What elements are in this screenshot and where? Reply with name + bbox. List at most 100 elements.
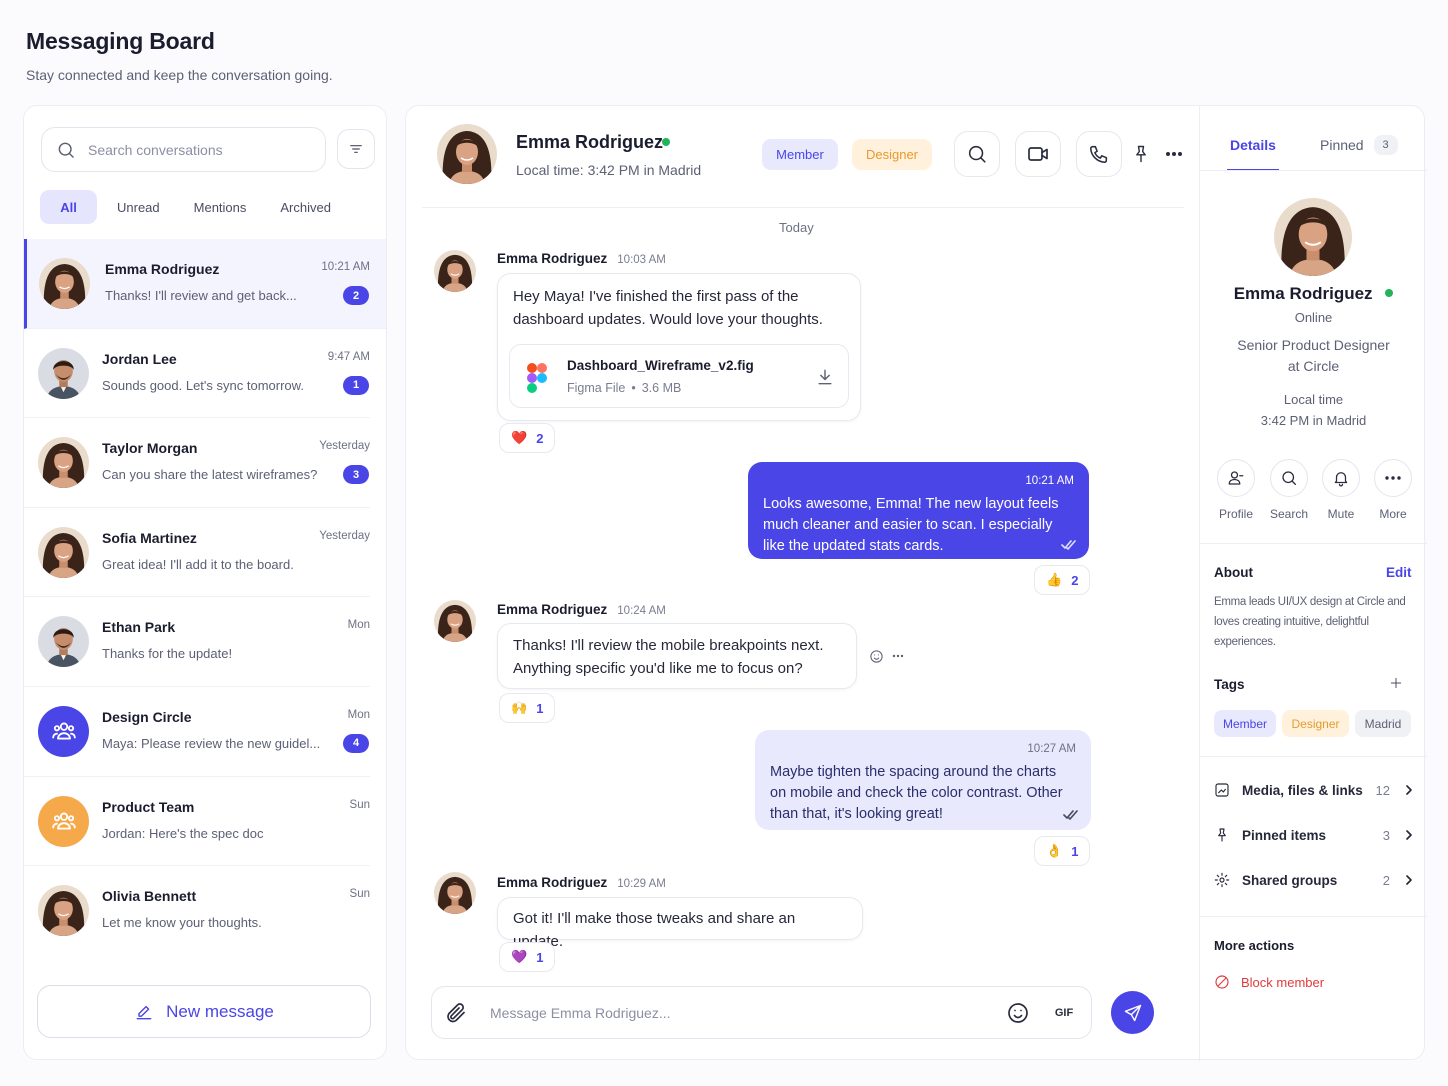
reaction-chip[interactable]: 💜 1 — [499, 942, 556, 972]
more-icon — [1164, 150, 1184, 158]
about-edit-link[interactable]: Edit — [1386, 565, 1412, 580]
conversation-item[interactable]: Emma Rodriguez Thanks! I'll review and g… — [24, 239, 386, 329]
reaction-emoji: 👍 — [1046, 572, 1063, 587]
user-icon — [1217, 459, 1255, 497]
search-icon — [56, 140, 76, 160]
message-header: Emma Rodriguez 10:24 AM — [497, 602, 666, 617]
more-action[interactable]: More — [1366, 459, 1420, 521]
conversation-preview: Can you share the latest wireframes? — [102, 467, 318, 483]
conversation-name: Sofia Martinez — [102, 529, 197, 546]
conversation-item[interactable]: Jordan Lee Sounds good. Let's sync tomor… — [24, 329, 370, 419]
conversation-preview: Let me know your thoughts. — [102, 915, 262, 931]
row-label: Pinned items — [1242, 827, 1327, 843]
conversation-time: Mon — [347, 708, 370, 721]
file-type: Figma File — [567, 381, 626, 395]
section-divider — [1200, 916, 1427, 917]
profile-avatar — [1274, 198, 1352, 276]
message-time: 10:21 AM — [1025, 475, 1074, 487]
conversation-item[interactable]: Design Circle Maya: Please review the ne… — [24, 687, 370, 777]
file-size: 3.6 MB — [641, 381, 682, 395]
video-icon — [1026, 142, 1050, 166]
message-composer[interactable]: Message Emma Rodriguez... GIF — [431, 986, 1092, 1039]
search-action[interactable]: Search — [1262, 459, 1316, 521]
add-tag-icon[interactable] — [1389, 676, 1403, 690]
avatar — [38, 348, 89, 399]
pin-button[interactable] — [1131, 144, 1151, 164]
reaction-count: 1 — [536, 949, 544, 965]
conversation-name: Emma Rodriguez — [105, 261, 220, 277]
profile-role-line1: Senior Product Designer — [1237, 337, 1390, 353]
tab-mentions[interactable]: Mentions — [182, 190, 261, 224]
filter-button[interactable] — [337, 129, 375, 169]
conversation-item[interactable]: Sofia Martinez Great idea! I'll add it t… — [24, 508, 370, 598]
online-indicator — [1385, 288, 1394, 297]
new-message-button[interactable]: New message — [37, 985, 371, 1038]
message-text: Hey Maya! I've finished the first pass o… — [513, 288, 823, 328]
online-indicator — [662, 138, 670, 146]
reaction-chip[interactable]: 👍 2 — [1034, 565, 1091, 595]
reaction-chip[interactable]: 🙌 1 — [499, 693, 556, 723]
conversation-item[interactable]: Taylor Morgan Can you share the latest w… — [24, 418, 370, 508]
outgoing-message-bubble: 10:21 AM Looks awesome, Emma! The new la… — [748, 462, 1089, 559]
contact-avatar[interactable] — [437, 124, 497, 184]
date-divider: Today — [779, 220, 814, 235]
message-time: 10:29 AM — [617, 878, 666, 890]
reaction-chip[interactable]: ❤️ 2 — [499, 423, 556, 453]
about-text: Emma leads UI/UX design at Circle and lo… — [1214, 596, 1406, 648]
conversation-name: Ethan Park — [102, 619, 176, 636]
add-reaction-icon[interactable] — [869, 649, 884, 664]
filter-icon — [348, 141, 364, 157]
media-files-links-row[interactable]: Media, files & links 12 — [1214, 778, 1414, 802]
voice-call-button[interactable] — [1076, 131, 1122, 177]
profile-status: Online — [1294, 310, 1333, 325]
sender-name: Emma Rodriguez — [497, 602, 608, 617]
download-icon[interactable] — [815, 367, 835, 387]
read-receipt-icon — [1061, 540, 1077, 550]
avatar — [38, 885, 89, 936]
gif-button[interactable]: GIF — [1046, 999, 1082, 1027]
message-header: Emma Rodriguez 10:29 AM — [497, 875, 666, 890]
tab-unread[interactable]: Unread — [105, 190, 174, 224]
reaction-count: 1 — [536, 700, 544, 716]
conversation-time: Sun — [349, 798, 370, 811]
conversation-preview: Sounds good. Let's sync tomorrow. — [102, 377, 304, 393]
phone-icon — [1088, 143, 1110, 165]
section-divider — [1200, 756, 1427, 757]
group-avatar — [38, 705, 89, 757]
conversation-time: Yesterday — [319, 440, 370, 453]
send-button[interactable] — [1111, 991, 1154, 1034]
more-options-button[interactable] — [1164, 150, 1184, 158]
block-member-button[interactable]: Block member — [1214, 974, 1324, 990]
tag-member: Member — [1214, 710, 1276, 737]
emoji-icon[interactable] — [1006, 1001, 1030, 1025]
tab-pinned[interactable]: Pinned 3 — [1320, 135, 1398, 155]
shared-groups-row[interactable]: Shared groups 2 — [1214, 868, 1414, 892]
conversation-item[interactable]: Olivia Bennett Let me know your thoughts… — [24, 866, 370, 956]
message-more-icon[interactable] — [892, 654, 904, 658]
figma-icon — [527, 363, 547, 393]
conversation-sidebar: Search conversations All Unread Mentions… — [23, 105, 387, 1060]
header-divider — [422, 207, 1184, 208]
file-attachment[interactable]: Dashboard_Wireframe_v2.fig Figma File • … — [509, 344, 849, 408]
new-message-label: New message — [166, 1001, 274, 1021]
search-chat-button[interactable] — [954, 131, 1000, 177]
attachment-icon[interactable] — [444, 1001, 468, 1025]
tag-madrid: Madrid — [1355, 710, 1411, 737]
separator-dot: • — [631, 381, 636, 395]
search-input[interactable]: Search conversations — [41, 127, 326, 172]
tab-archived[interactable]: Archived — [268, 190, 345, 224]
profile-action-label: Profile — [1218, 507, 1253, 521]
pinned-items-row[interactable]: Pinned items 3 — [1214, 823, 1414, 847]
profile-action[interactable]: Profile — [1209, 459, 1263, 521]
unread-badge: 1 — [343, 375, 369, 395]
chevron-right-icon — [1404, 829, 1414, 841]
video-call-button[interactable] — [1015, 131, 1061, 177]
tag-designer: Designer — [1282, 710, 1349, 737]
conversation-item[interactable]: Product Team Jordan: Here's the spec doc… — [24, 777, 370, 867]
tab-all[interactable]: All — [40, 190, 97, 224]
conversation-preview: Maya: Please review the new guidel... — [102, 735, 321, 751]
tab-details[interactable]: Details — [1230, 137, 1276, 153]
conversation-item[interactable]: Ethan Park Thanks for the update! Mon — [24, 597, 370, 687]
mute-action[interactable]: Mute — [1314, 459, 1368, 521]
reaction-chip[interactable]: 👌 1 — [1034, 836, 1091, 866]
